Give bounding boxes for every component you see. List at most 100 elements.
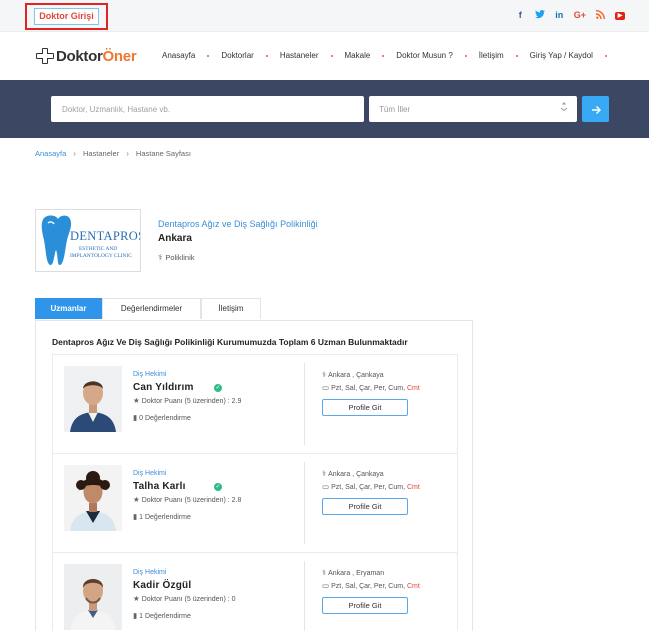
nav-separator	[207, 54, 210, 57]
tab-contact[interactable]: İletişim	[201, 298, 261, 319]
card-divider	[304, 363, 305, 445]
clinic-tabs: Uzmanlar Değerlendirmeler İletişim	[35, 298, 261, 319]
saturday-label: Cmt	[406, 583, 420, 590]
card-divider	[304, 462, 305, 544]
hospital-icon: ⚕	[322, 568, 327, 577]
doctor-days-text: Pzt, Sal, Çar, Per, Cum,	[331, 484, 406, 491]
card-divider	[304, 561, 305, 631]
breadcrumb-hospitals[interactable]: Hastaneler	[83, 149, 119, 158]
clipboard-icon: ▮	[133, 611, 138, 620]
hospital-icon: ⚕	[158, 253, 163, 262]
clinic-type: ⚕ Poliklinik	[158, 253, 195, 262]
nav-separator	[515, 54, 518, 57]
linkedin-icon[interactable]: in	[555, 10, 564, 21]
chevron-right-icon: ›	[73, 149, 76, 158]
search-band: Tüm İller	[0, 80, 649, 138]
verified-check-icon: ✓	[214, 483, 222, 491]
doctor-card: Diş Hekimi Can Yıldırım ✓ ★ Doktor Puanı …	[52, 354, 458, 454]
profile-button[interactable]: Profile Git	[322, 597, 408, 614]
star-icon: ★	[133, 594, 140, 603]
doctor-photo[interactable]	[64, 366, 122, 432]
doctor-location-text: Ankara , Çankaya	[328, 471, 384, 478]
nav-item-articles[interactable]: Makale	[345, 51, 371, 60]
clinic-logo-name: DENTAPROS	[70, 229, 140, 243]
doctor-score: ★ Doktor Puanı (5 üzerinden) : 2.8	[133, 495, 241, 504]
rss-icon[interactable]	[596, 10, 605, 21]
doctor-location-text: Ankara , Çankaya	[328, 372, 384, 379]
nav-separator	[265, 54, 268, 57]
nav-item-home[interactable]: Anasayfa	[162, 51, 195, 60]
chevron-down-icon	[560, 102, 568, 115]
doctor-specialty-link[interactable]: Diş Hekimi	[133, 569, 166, 576]
nav-item-doctors[interactable]: Doktorlar	[221, 51, 253, 60]
calendar-icon: ▭	[322, 383, 330, 392]
main-navbar: Doktor Öner Anasayfa Doktorlar Hastanele…	[0, 32, 649, 80]
doctor-name[interactable]: Can Yıldırım	[133, 382, 194, 393]
search-button[interactable]	[582, 96, 609, 122]
doctor-score: ★ Doktor Puanı (5 üzerinden) : 2.9	[133, 396, 241, 405]
profile-button[interactable]: Profile Git	[322, 399, 408, 416]
nav-item-login-register[interactable]: Giriş Yap / Kaydol	[530, 51, 593, 60]
doctor-card: Diş Hekimi Talha Karlı ✓ ★ Doktor Puanı (…	[52, 453, 458, 553]
clinic-logo-tagline-1: ESTHETIC AND	[79, 246, 117, 252]
site-logo[interactable]: Doktor Öner	[36, 47, 137, 65]
doctor-location: ⚕ Ankara , Çankaya	[322, 370, 384, 379]
twitter-icon[interactable]	[534, 10, 545, 21]
doctor-login-button[interactable]: Doktor Girişi	[34, 8, 99, 25]
top-bar: Doktor Girişi f in G+ ▶	[0, 0, 649, 32]
doctor-work-days: ▭ Pzt, Sal, Çar, Per, Cum, Cmt	[322, 383, 420, 392]
city-select[interactable]: Tüm İller	[369, 96, 577, 122]
doctor-work-days: ▭ Pzt, Sal, Çar, Per, Cum, Cmt	[322, 581, 420, 590]
specialists-panel: Dentapros Ağız Ve Diş Sağlığı Polikinliğ…	[35, 320, 473, 631]
clinic-logo: DENTAPROS ESTHETIC AND IMPLANTOLOGY CLIN…	[35, 209, 141, 272]
star-icon: ★	[133, 495, 140, 504]
doctor-reviews: ▮ 1 Değerlendirme	[133, 512, 191, 521]
panel-title: Dentapros Ağız Ve Diş Sağlığı Polikinliğ…	[52, 337, 408, 347]
doctor-reviews: ▮ 0 Değerlendirme	[133, 413, 191, 422]
facebook-icon[interactable]: f	[516, 10, 525, 21]
nav-item-are-you-doctor[interactable]: Doktor Musun ?	[396, 51, 452, 60]
doctor-reviews-text: 0 Değerlendirme	[139, 415, 191, 422]
medical-cross-icon	[36, 48, 54, 64]
arrow-right-icon	[591, 105, 601, 114]
doctor-reviews-text: 1 Değerlendirme	[139, 613, 191, 620]
logo-text-doktor: Doktor	[56, 47, 103, 65]
breadcrumb-current: Hastane Sayfası	[135, 149, 191, 158]
clipboard-icon: ▮	[133, 512, 138, 521]
clipboard-icon: ▮	[133, 413, 138, 422]
doctor-card: Diş Hekimi Kadir Özgül ★ Doktor Puanı (5 …	[52, 552, 458, 631]
search-input[interactable]	[51, 96, 364, 122]
youtube-icon[interactable]: ▶	[615, 11, 625, 20]
social-links: f in G+ ▶	[516, 10, 625, 21]
google-plus-icon[interactable]: G+	[574, 10, 586, 21]
nav-separator	[330, 54, 333, 57]
chevron-right-icon: ›	[126, 149, 129, 158]
profile-button[interactable]: Profile Git	[322, 498, 408, 515]
doctor-score-text: Doktor Puanı (5 üzerinden) : 0	[141, 596, 236, 603]
verified-check-icon: ✓	[214, 384, 222, 392]
doctor-specialty-link[interactable]: Diş Hekimi	[133, 470, 166, 477]
doctor-photo[interactable]	[64, 564, 122, 630]
clinic-name-link[interactable]: Dentapros Ağız ve Diş Sağlığı Polikinliğ…	[158, 219, 318, 229]
nav-menu: Anasayfa Doktorlar Hastaneler Makale Dok…	[162, 51, 619, 60]
breadcrumb-home[interactable]: Anasayfa	[35, 149, 66, 158]
saturday-label: Cmt	[406, 484, 420, 491]
doctor-name[interactable]: Kadir Özgül	[133, 580, 191, 591]
doctor-name[interactable]: Talha Karlı	[133, 481, 186, 492]
hospital-icon: ⚕	[322, 370, 327, 379]
logo-text-oner: Öner	[102, 47, 137, 65]
doctor-specialty-link[interactable]: Diş Hekimi	[133, 371, 166, 378]
city-select-value: Tüm İller	[379, 105, 411, 114]
doctor-days-text: Pzt, Sal, Çar, Per, Cum,	[331, 385, 406, 392]
nav-item-contact[interactable]: İletişim	[479, 51, 504, 60]
doctor-score-text: Doktor Puanı (5 üzerinden) : 2.9	[141, 398, 242, 405]
hospital-icon: ⚕	[322, 469, 327, 478]
nav-item-hospitals[interactable]: Hastaneler	[280, 51, 319, 60]
tab-specialists[interactable]: Uzmanlar	[35, 298, 102, 319]
nav-separator	[382, 54, 385, 57]
doctor-photo[interactable]	[64, 465, 122, 531]
doctor-reviews-text: 1 Değerlendirme	[139, 514, 191, 521]
doctor-location-text: Ankara , Eryaman	[328, 570, 385, 577]
tab-reviews[interactable]: Değerlendirmeler	[102, 298, 201, 319]
star-icon: ★	[133, 396, 140, 405]
